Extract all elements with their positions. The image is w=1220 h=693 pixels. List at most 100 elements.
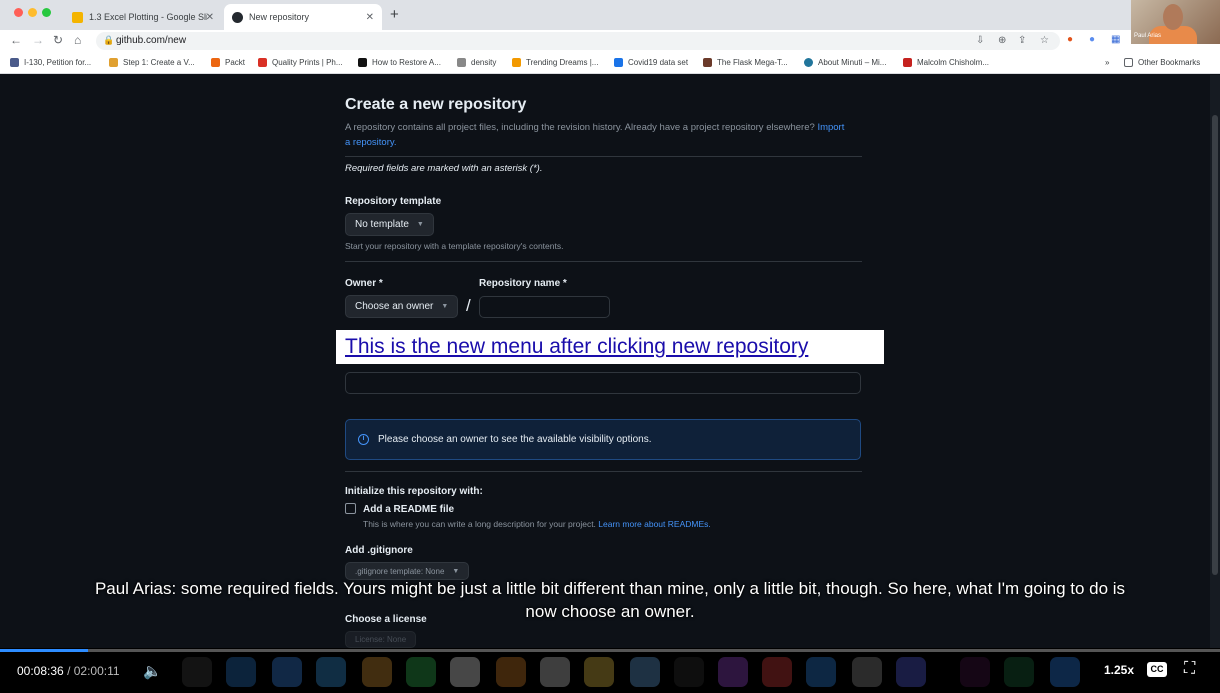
dock-app-icon [584, 657, 614, 687]
bookmark-icon [903, 58, 912, 67]
bookmark-icon [703, 58, 712, 67]
bookmark-icon [614, 58, 623, 67]
gitignore-value: .gitignore template: None [355, 566, 445, 576]
tab-label: New repository [249, 12, 310, 22]
readme-learn-more-link[interactable]: Learn more about READMEs. [598, 519, 710, 529]
progress-fill [0, 649, 88, 652]
dock-app-icon [674, 657, 704, 687]
gitignore-label: Add .gitignore [345, 545, 413, 556]
more-bookmarks-icon[interactable]: » [1105, 58, 1109, 67]
other-bookmarks[interactable]: Other Bookmarks [1124, 58, 1200, 67]
address-bar[interactable]: 🔒 github.com/new ⇩ ⊕ ⇪ ☆ [96, 32, 1060, 50]
video-player-controls: 00:08:36 / 02:00:11 🔈 1.25x CC ⛶ [0, 648, 1220, 693]
dock-app-icon [896, 657, 926, 687]
bookmark-item[interactable]: Covid19 data set [614, 58, 688, 67]
other-bookmarks-label: Other Bookmarks [1138, 58, 1201, 67]
bookmark-label: Packt [225, 58, 246, 67]
bookmark-item[interactable]: Step 1: Create a V... [109, 58, 195, 67]
bookmark-item[interactable]: Quality Prints | Ph... [258, 58, 343, 67]
bookmark-label: I-130, Petition for... [24, 58, 92, 67]
dock-app-icon [1004, 657, 1034, 687]
volume-icon[interactable]: 🔈 [143, 662, 162, 680]
caption-line-2: now choose an owner. [525, 602, 695, 621]
tab-google-slides[interactable]: 1.3 Excel Plotting - Google Slid ✕ [64, 4, 222, 30]
lock-icon: 🔒 [103, 35, 115, 45]
close-icon[interactable]: ✕ [206, 12, 214, 23]
share-icon[interactable]: ⇪ [1018, 35, 1026, 46]
bookmark-label: Trending Dreams |... [526, 58, 599, 67]
packt-icon [211, 58, 220, 67]
total-duration: 02:00:11 [73, 664, 120, 678]
reload-icon[interactable]: ↻ [53, 33, 63, 47]
annotation-text[interactable]: This is the new menu after clicking new … [345, 335, 808, 359]
license-dropdown[interactable]: License: None [345, 631, 417, 648]
divider [345, 471, 862, 472]
closed-captions-button[interactable]: CC [1147, 662, 1167, 677]
wikipedia-icon [457, 58, 466, 67]
close-window-dot[interactable] [14, 8, 23, 17]
new-tab-icon[interactable]: + [390, 6, 399, 23]
chevron-down-icon: ▼ [441, 303, 449, 310]
readme-hint-text: This is where you can write a long descr… [363, 519, 596, 529]
dock-app-icon [272, 657, 302, 687]
tab-new-repository[interactable]: New repository ✕ [224, 4, 382, 30]
bookmark-item[interactable]: Packt [211, 58, 245, 67]
bookmark-label: Malcolm Chisholm... [917, 58, 990, 67]
readme-checkbox[interactable] [345, 503, 356, 514]
dock-app-icon [450, 657, 480, 687]
maximize-window-dot[interactable] [42, 8, 51, 17]
fullscreen-icon[interactable]: ⛶ [1184, 660, 1195, 678]
playback-speed[interactable]: 1.25x [1104, 663, 1134, 677]
dock-app-icon [718, 657, 748, 687]
forward-icon[interactable]: → [32, 33, 44, 47]
bookmark-item[interactable]: The Flask Mega-T... [703, 58, 788, 67]
home-icon[interactable]: ⌂ [74, 33, 81, 47]
divider [345, 156, 862, 157]
install-icon[interactable]: ⇩ [976, 35, 984, 46]
bookmark-item[interactable]: I-130, Petition for... [10, 58, 91, 67]
bookmark-icon [358, 58, 367, 67]
bookmark-item[interactable]: About Minuti – Mi... [804, 58, 886, 67]
close-icon[interactable]: ✕ [366, 12, 374, 23]
extensions-grid-icon[interactable]: ▦ [1111, 34, 1120, 45]
extension-icon[interactable]: ● [1067, 34, 1073, 45]
readme-label[interactable]: Add a README file [363, 504, 454, 515]
template-label: Repository template [345, 196, 442, 207]
folder-icon [1124, 58, 1133, 67]
uscis-icon [10, 58, 19, 67]
bookmark-item[interactable]: density [457, 58, 496, 67]
template-hint: Start your repository with a template re… [345, 241, 564, 251]
progress-bar[interactable] [0, 649, 1220, 652]
owner-dropdown[interactable]: Choose an owner ▼ [345, 295, 459, 318]
bookmark-item[interactable]: Trending Dreams |... [512, 58, 598, 67]
back-icon[interactable]: ← [10, 33, 22, 47]
time-display: 00:08:36 / 02:00:11 [17, 664, 120, 678]
wordpress-icon [804, 58, 813, 67]
zoom-icon[interactable]: ⊕ [998, 35, 1006, 46]
dock-app-icon [762, 657, 792, 687]
bookmark-icon [512, 58, 521, 67]
description-input[interactable] [345, 372, 861, 394]
browser-tab-bar: 1.3 Excel Plotting - Google Slid ✕ New r… [0, 0, 1220, 30]
repository-name-input[interactable] [479, 296, 610, 318]
dock-app-icon [226, 657, 256, 687]
divider [345, 261, 862, 262]
dock-app-icon [496, 657, 526, 687]
extension-icon[interactable]: ● [1089, 34, 1095, 45]
bookmark-item[interactable]: How to Restore A... [358, 58, 441, 67]
star-icon[interactable]: ☆ [1040, 35, 1049, 46]
bookmark-item[interactable]: Malcolm Chisholm... [903, 58, 989, 67]
dock-app-icon [806, 657, 836, 687]
elapsed-time: 00:08:36 [17, 664, 64, 678]
template-dropdown[interactable]: No template ▼ [345, 213, 434, 236]
minimize-window-dot[interactable] [28, 8, 37, 17]
scrollbar[interactable] [1210, 75, 1220, 648]
github-icon [232, 11, 243, 23]
webcam-person-head [1163, 4, 1183, 30]
time-separator: / [67, 664, 71, 678]
template-value: No template [355, 219, 409, 230]
owner-label: Owner * [345, 278, 383, 289]
dock-app-icon [1050, 657, 1080, 687]
scrollbar-thumb[interactable] [1212, 115, 1218, 575]
repository-name-label: Repository name * [479, 278, 567, 289]
